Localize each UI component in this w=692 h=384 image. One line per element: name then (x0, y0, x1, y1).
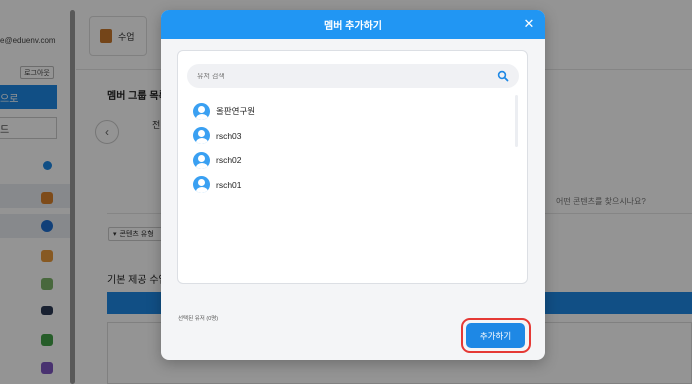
member-list: 올판연구원 rsch03 rsch02 rsch01 (193, 102, 255, 200)
member-list-scrollbar[interactable] (515, 95, 518, 147)
member-list-box: 올판연구원 rsch03 rsch02 rsch01 (177, 50, 528, 284)
close-icon[interactable]: ✕ (522, 17, 536, 31)
member-item[interactable]: rsch02 (193, 151, 255, 169)
avatar-icon (193, 127, 210, 144)
member-item[interactable]: rsch03 (193, 127, 255, 145)
modal-header: 멤버 추가하기 ✕ (161, 10, 545, 39)
member-name: rsch02 (216, 155, 242, 165)
add-member-modal: 멤버 추가하기 ✕ 올판연구원 rsch03 rsch02 (161, 10, 545, 360)
search-icon[interactable] (497, 70, 509, 82)
member-item[interactable]: rsch01 (193, 176, 255, 194)
member-name: rsch01 (216, 179, 242, 190)
user-search-bar (187, 64, 519, 88)
user-search-input[interactable] (197, 72, 487, 80)
member-name: 올판연구원 (216, 106, 256, 116)
avatar-icon (193, 102, 210, 120)
avatar-icon (193, 151, 210, 169)
modal-title: 멤버 추가하기 (324, 21, 382, 32)
avatar-icon (193, 176, 210, 193)
add-member-button[interactable]: 추가하기 (466, 323, 525, 348)
selected-user-count: 선택된 유저 (0명) (178, 316, 219, 322)
member-name: rsch03 (216, 130, 242, 141)
member-item[interactable]: 올판연구원 (193, 102, 255, 120)
